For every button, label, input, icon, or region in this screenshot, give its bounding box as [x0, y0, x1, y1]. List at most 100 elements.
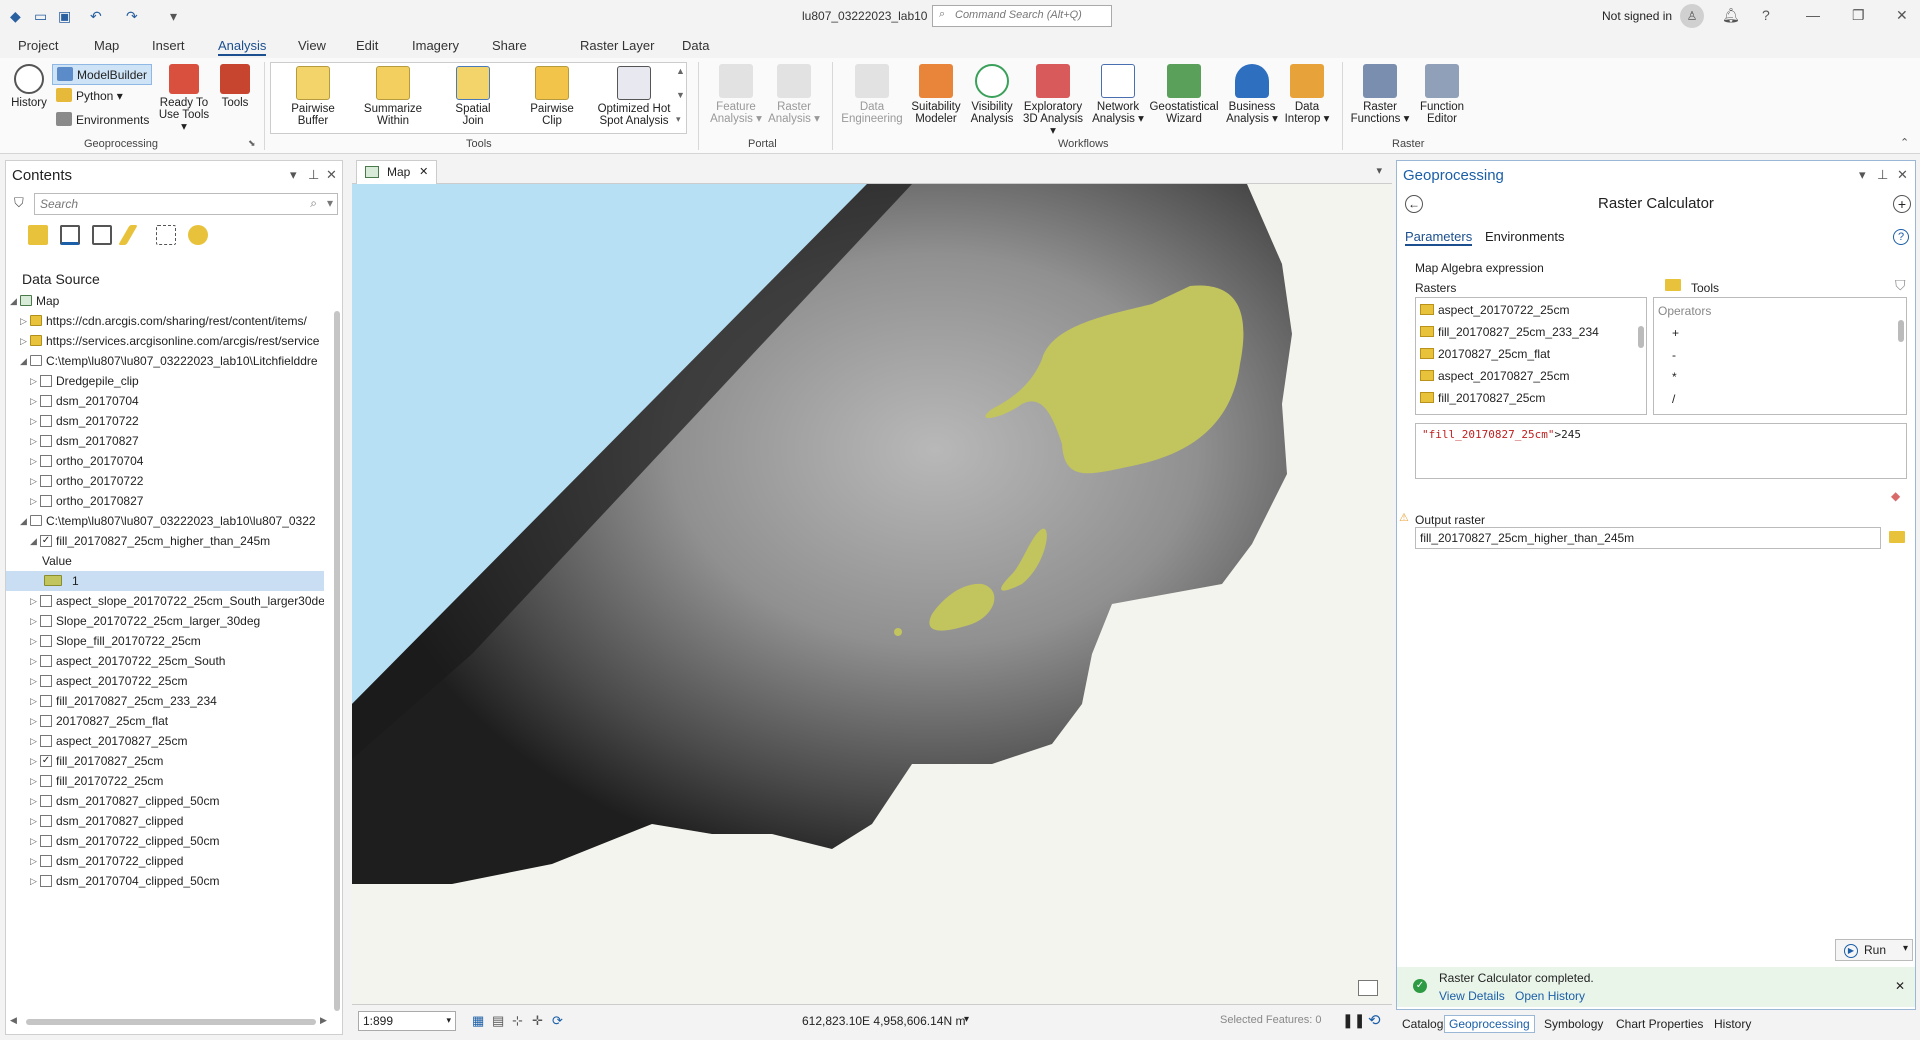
grid-icon[interactable]: ▤: [492, 1013, 504, 1029]
folder-icon[interactable]: [1665, 279, 1681, 291]
tab-chart-properties[interactable]: Chart Properties: [1616, 1017, 1703, 1031]
tab-map[interactable]: Map: [94, 38, 119, 53]
scroll-left-icon[interactable]: ◀: [10, 1015, 17, 1026]
gallery-scroll-down-icon[interactable]: ▼: [676, 90, 685, 100]
avatar[interactable]: ♙: [1680, 4, 1704, 28]
expand-arrow-icon[interactable]: ▷: [30, 631, 37, 651]
layer-visibility-checkbox[interactable]: [40, 395, 52, 407]
layer-visibility-checkbox[interactable]: ✓: [40, 755, 52, 767]
expand-arrow-icon[interactable]: ▷: [30, 711, 37, 731]
redo-icon[interactable]: ↷: [126, 8, 138, 25]
view-details-link[interactable]: View Details: [1439, 989, 1505, 1003]
expand-arrow-icon[interactable]: ▷: [30, 491, 37, 511]
expand-arrow-icon[interactable]: ▷: [30, 411, 37, 431]
network-analysis-button[interactable]: Network Analysis ▾: [1090, 64, 1146, 125]
add-icon[interactable]: +: [1893, 195, 1911, 213]
tree-layer[interactable]: ▷ dsm_20170827_clipped_50cm: [6, 791, 324, 811]
layer-visibility-checkbox[interactable]: [40, 415, 52, 427]
raster-functions-button[interactable]: Raster Functions ▾: [1350, 64, 1410, 125]
expand-arrow-icon[interactable]: ▷: [30, 371, 37, 391]
contents-search-input[interactable]: Search ⌕ ▾: [34, 193, 338, 215]
restore-icon[interactable]: ❐: [1852, 7, 1865, 24]
tree-folder[interactable]: ◢ C:\temp\lu807\lu807_03222023_lab10\Litc…: [6, 351, 324, 371]
layer-visibility-checkbox[interactable]: [40, 595, 52, 607]
coordinates-readout[interactable]: 612,823.10E 4,958,606.14N m: [802, 1014, 965, 1028]
tree-layer[interactable]: ▷ aspect_20170722_25cm_South: [6, 651, 324, 671]
list-by-labeling-icon[interactable]: [188, 225, 208, 245]
tree-value-heading[interactable]: Value: [6, 551, 324, 571]
layer-visibility-checkbox[interactable]: [40, 475, 52, 487]
tree-layer[interactable]: ▷ aspect_slope_20170722_25cm_South_larger…: [6, 591, 324, 611]
scroll-right-icon[interactable]: ▶: [320, 1015, 327, 1026]
symbol-swatch[interactable]: [44, 575, 62, 586]
suitability-modeler-button[interactable]: Suitability Modeler: [906, 64, 966, 125]
expand-arrow-icon[interactable]: ▷: [30, 691, 37, 711]
tree-layer[interactable]: ▷ dsm_20170722: [6, 411, 324, 431]
operator-item[interactable]: /: [1672, 392, 1675, 406]
raster-list-item[interactable]: 20170827_25cm_flat: [1420, 344, 1550, 364]
close-pane-icon[interactable]: ✕: [1897, 167, 1908, 183]
layer-visibility-checkbox[interactable]: [40, 815, 52, 827]
operators-list[interactable]: Operators + - * /: [1653, 297, 1907, 415]
tree-layer[interactable]: ▷ Dredgepile_clip: [6, 371, 324, 391]
expand-arrow-icon[interactable]: ▷: [30, 451, 37, 471]
output-raster-input[interactable]: fill_20170827_25cm_higher_than_245m: [1415, 527, 1881, 549]
tree-layer[interactable]: ▷ dsm_20170827_clipped: [6, 811, 324, 831]
run-button[interactable]: ▶ Run ▾: [1835, 939, 1913, 961]
expand-arrow-icon[interactable]: ▷: [30, 871, 37, 891]
tab-data[interactable]: Data: [682, 38, 709, 53]
collapse-arrow-icon[interactable]: ◢: [20, 511, 27, 531]
visibility-analysis-button[interactable]: Visibility Analysis: [966, 64, 1018, 125]
layer-visibility-checkbox[interactable]: [40, 855, 52, 867]
table-of-features-icon[interactable]: [1358, 980, 1378, 996]
tree-layer[interactable]: ▷ fill_20170722_25cm: [6, 771, 324, 791]
operator-item[interactable]: +: [1672, 326, 1679, 340]
expand-arrow-icon[interactable]: ▷: [30, 791, 37, 811]
tab-raster-layer[interactable]: Raster Layer: [580, 38, 654, 53]
tree-layer[interactable]: ▷ Slope_fill_20170722_25cm: [6, 631, 324, 651]
tab-view[interactable]: View: [298, 38, 326, 53]
chevron-down-icon[interactable]: ▾: [964, 1014, 969, 1025]
layer-visibility-checkbox[interactable]: [40, 615, 52, 627]
layer-visibility-checkbox[interactable]: [40, 715, 52, 727]
raster-list-item[interactable]: aspect_20170827_25cm: [1420, 366, 1569, 386]
customize-qat-icon[interactable]: ▾: [170, 8, 177, 25]
rasters-list[interactable]: aspect_20170722_25cm fill_20170827_25cm_2…: [1415, 297, 1647, 415]
map-canvas[interactable]: [352, 184, 1392, 1004]
data-interop-button[interactable]: Data Interop ▾: [1282, 64, 1332, 125]
tree-map[interactable]: ◢ Map: [6, 291, 324, 311]
close-pane-icon[interactable]: ✕: [326, 167, 337, 183]
layer-visibility-checkbox[interactable]: [40, 655, 52, 667]
layer-visibility-checkbox[interactable]: [40, 695, 52, 707]
expand-arrow-icon[interactable]: ▷: [30, 831, 37, 851]
operator-item[interactable]: -: [1672, 348, 1676, 362]
tab-analysis[interactable]: Analysis: [218, 38, 267, 56]
python-button[interactable]: Python ▾: [56, 88, 123, 103]
layer-visibility-checkbox[interactable]: [40, 495, 52, 507]
tree-layer[interactable]: ▷ ✓ fill_20170827_25cm: [6, 751, 324, 771]
modelbuilder-button[interactable]: ModelBuilder: [52, 64, 153, 85]
expand-arrow-icon[interactable]: ▷: [30, 391, 37, 411]
constraints-icon[interactable]: ▦: [472, 1013, 484, 1029]
environments-button[interactable]: Environments: [56, 112, 149, 127]
pairwise-buffer-button[interactable]: Pairwise Buffer: [282, 66, 344, 127]
layer-visibility-checkbox[interactable]: [40, 375, 52, 387]
open-icon[interactable]: ▭: [34, 8, 47, 25]
expand-arrow-icon[interactable]: ▷: [30, 771, 37, 791]
tree-layer[interactable]: ▷ ortho_20170827: [6, 491, 324, 511]
map-view[interactable]: [352, 184, 1392, 1004]
tree-source[interactable]: ▷ https://cdn.arcgis.com/sharing/rest/con…: [6, 311, 324, 331]
tab-environments[interactable]: Environments: [1485, 229, 1564, 244]
tree-layer[interactable]: ▷ dsm_20170722_clipped_50cm: [6, 831, 324, 851]
collapse-arrow-icon[interactable]: ◢: [20, 351, 27, 371]
eraser-icon[interactable]: ◆: [1891, 489, 1900, 503]
list-by-snapping-icon[interactable]: [156, 225, 176, 245]
list-scrollbar[interactable]: [1898, 320, 1904, 342]
dismiss-icon[interactable]: ✕: [1895, 979, 1905, 993]
expand-arrow-icon[interactable]: ▷: [30, 611, 37, 631]
data-engineering-button[interactable]: Data Engineering: [840, 64, 904, 125]
exploratory-3d-analysis-button[interactable]: Exploratory 3D Analysis ▾: [1020, 64, 1086, 137]
signin-status[interactable]: Not signed in: [1602, 9, 1672, 23]
layer-visibility-checkbox[interactable]: [40, 455, 52, 467]
tree-layer[interactable]: ▷ dsm_20170722_clipped: [6, 851, 324, 871]
